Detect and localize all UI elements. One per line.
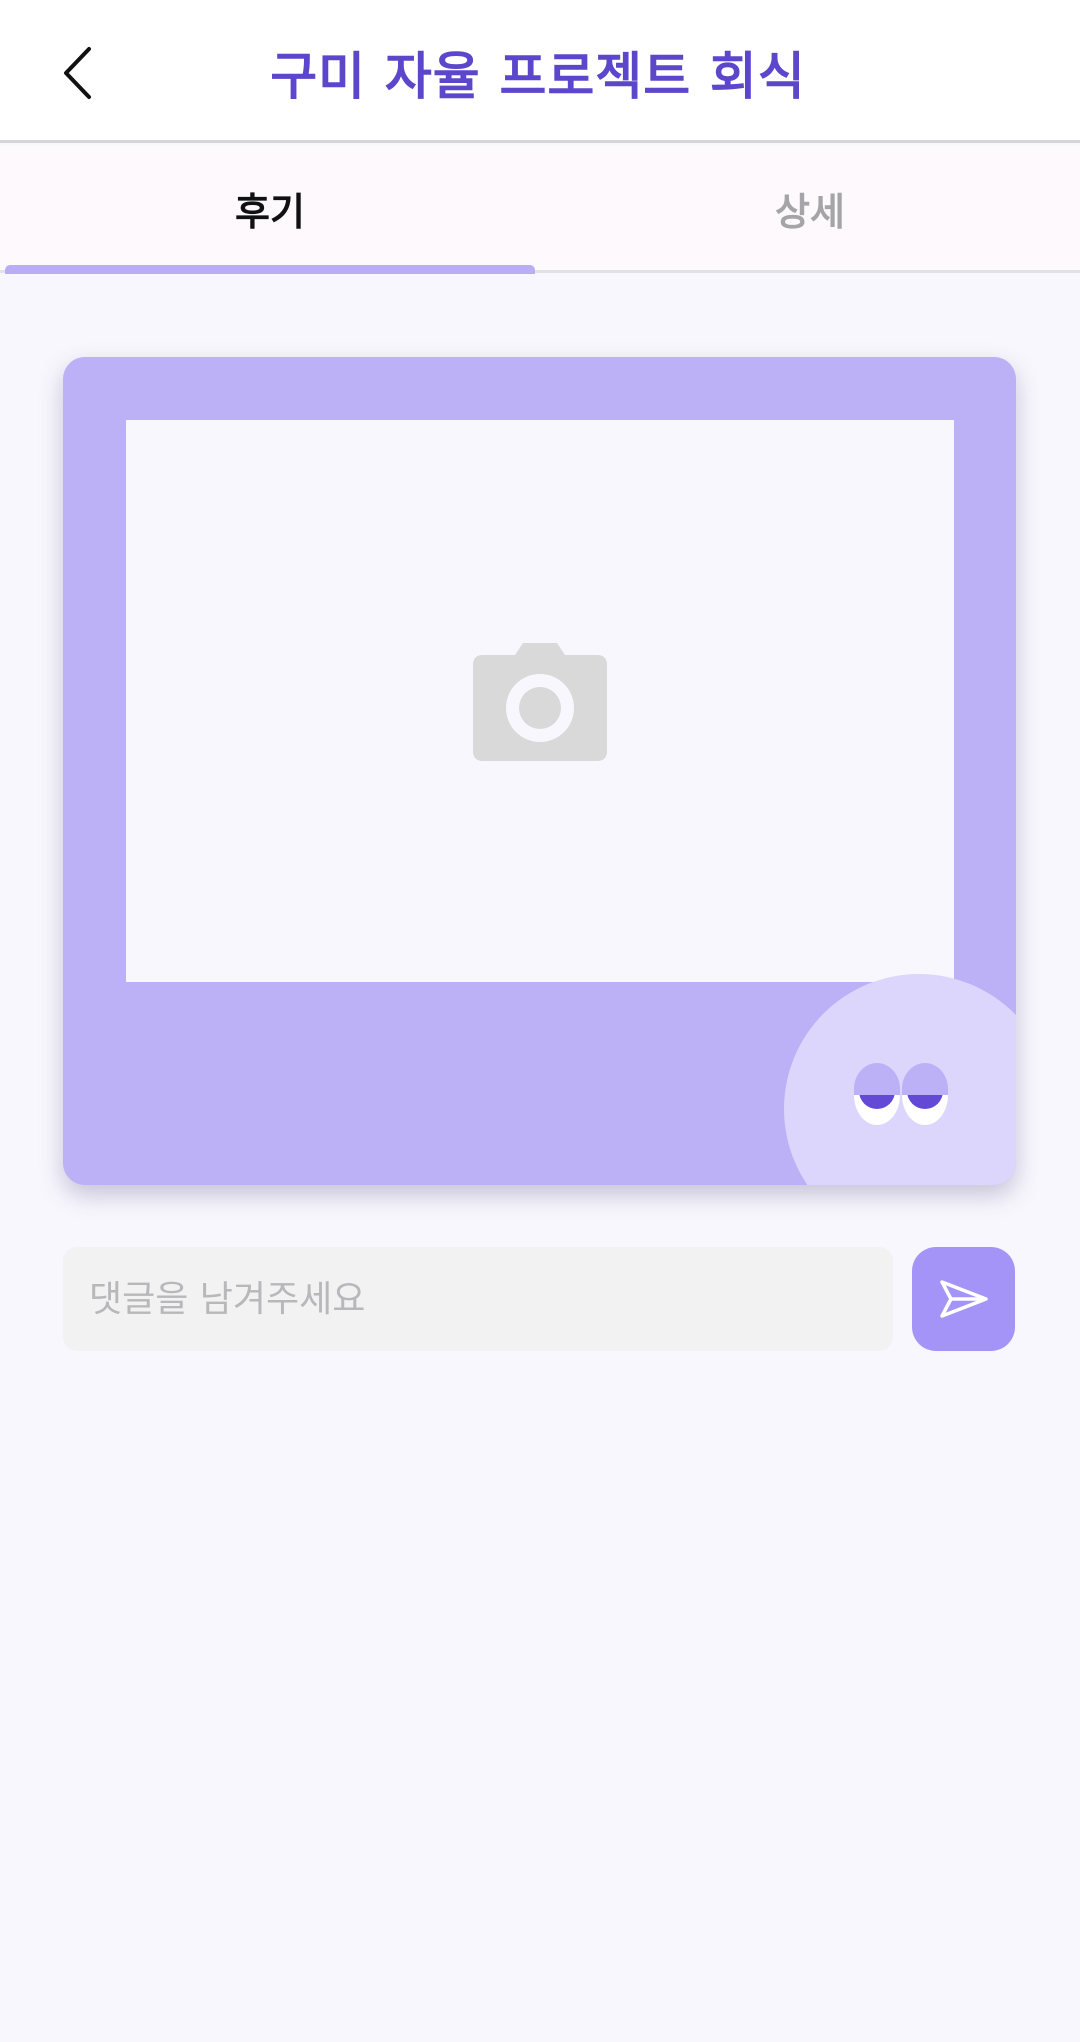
send-icon [939, 1280, 988, 1318]
camera-icon [473, 643, 607, 761]
tab-detail[interactable]: 상세 [540, 146, 1080, 270]
tab-review[interactable]: 후기 [0, 146, 540, 270]
review-photo-card [63, 357, 1016, 1185]
app-header: 구미 자율 프로젝트 회식 [0, 0, 1080, 143]
back-button[interactable] [48, 38, 108, 108]
active-tab-indicator [5, 265, 535, 274]
photo-placeholder[interactable] [126, 420, 954, 982]
tab-bar: 후기 상세 [0, 146, 1080, 273]
comment-input-box [63, 1247, 893, 1351]
chevron-left-icon [64, 47, 91, 99]
page-title: 구미 자율 프로젝트 회식 [270, 47, 806, 107]
send-button[interactable] [912, 1247, 1015, 1351]
comment-input[interactable] [89, 1247, 893, 1351]
mascot-eyes-icon [854, 1063, 948, 1125]
